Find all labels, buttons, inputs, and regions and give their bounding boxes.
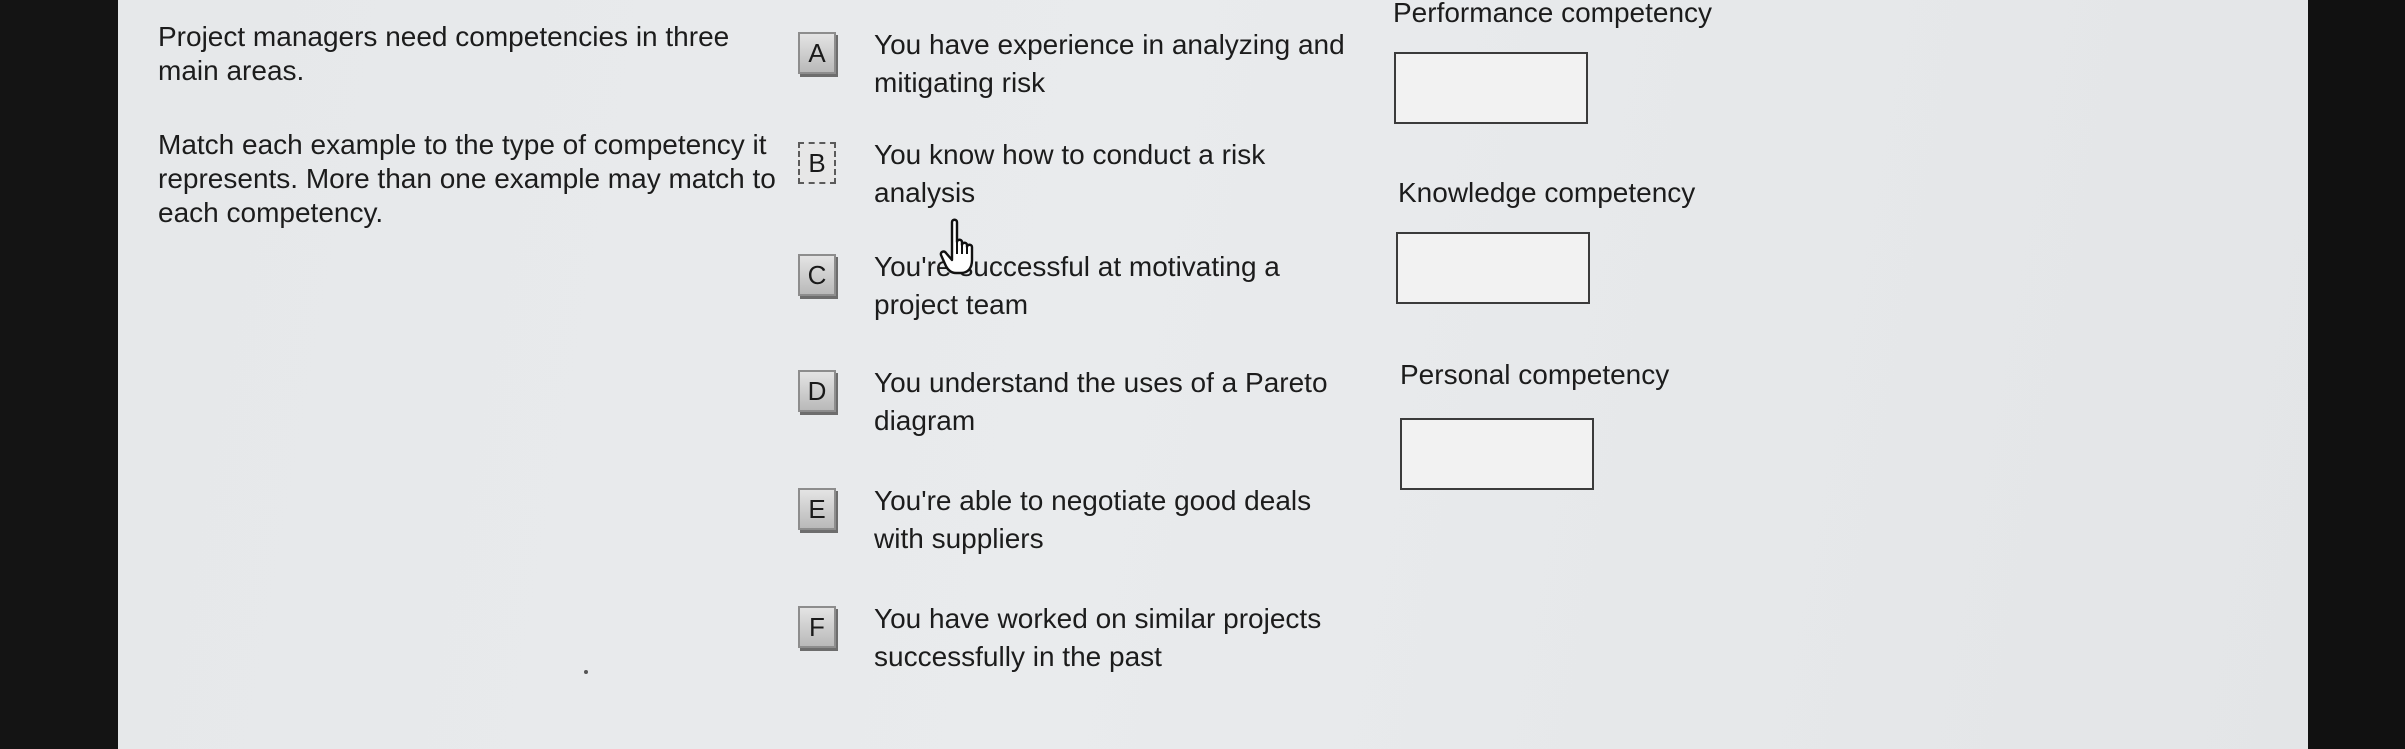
performance-competency-dropzone[interactable]: [1394, 52, 1588, 124]
monitor-bezel-right: [2308, 0, 2405, 749]
knowledge-competency-label: Knowledge competency: [1398, 177, 1696, 208]
personal-competency-dropzone[interactable]: [1400, 418, 1594, 490]
drag-tile-b[interactable]: B: [798, 142, 836, 184]
option-a: A You have experience in analyzing and m…: [798, 26, 1358, 106]
option-d-text: You understand the uses of a Pareto diag…: [874, 367, 1328, 436]
option-e: E You're able to negotiate good deals wi…: [798, 482, 1358, 562]
drag-tile-f[interactable]: F: [798, 606, 836, 648]
option-f-text: You have worked on similar projects succ…: [874, 603, 1322, 672]
option-b-text: You know how to conduct a risk analysis: [874, 139, 1266, 208]
option-d: D You understand the uses of a Pareto di…: [798, 364, 1358, 444]
knowledge-competency-dropzone[interactable]: [1396, 232, 1590, 304]
option-e-text: You're able to negotiate good deals with…: [874, 485, 1312, 554]
intro-text: Project managers need competencies in th…: [158, 21, 730, 86]
option-c: C You're successful at motivating a proj…: [798, 248, 1358, 328]
hand-pointer-icon: [939, 218, 974, 275]
quiz-screen: Project managers need competencies in th…: [118, 0, 2308, 749]
option-f: F You have worked on similar projects su…: [798, 600, 1358, 680]
option-a-text: You have experience in analyzing and mit…: [874, 29, 1345, 98]
drag-tile-c[interactable]: C: [798, 254, 836, 296]
screen-speck: [584, 670, 588, 674]
drag-tile-a[interactable]: A: [798, 32, 836, 74]
task-instructions: Match each example to the type of compet…: [158, 129, 776, 228]
drag-tile-e[interactable]: E: [798, 488, 836, 530]
monitor-bezel-left: [0, 0, 118, 749]
drag-tile-d[interactable]: D: [798, 370, 836, 412]
option-b: B You know how to conduct a risk analysi…: [798, 136, 1358, 216]
personal-competency-label: Personal competency: [1400, 359, 1670, 390]
performance-competency-label: Performance competency: [1393, 0, 1713, 28]
